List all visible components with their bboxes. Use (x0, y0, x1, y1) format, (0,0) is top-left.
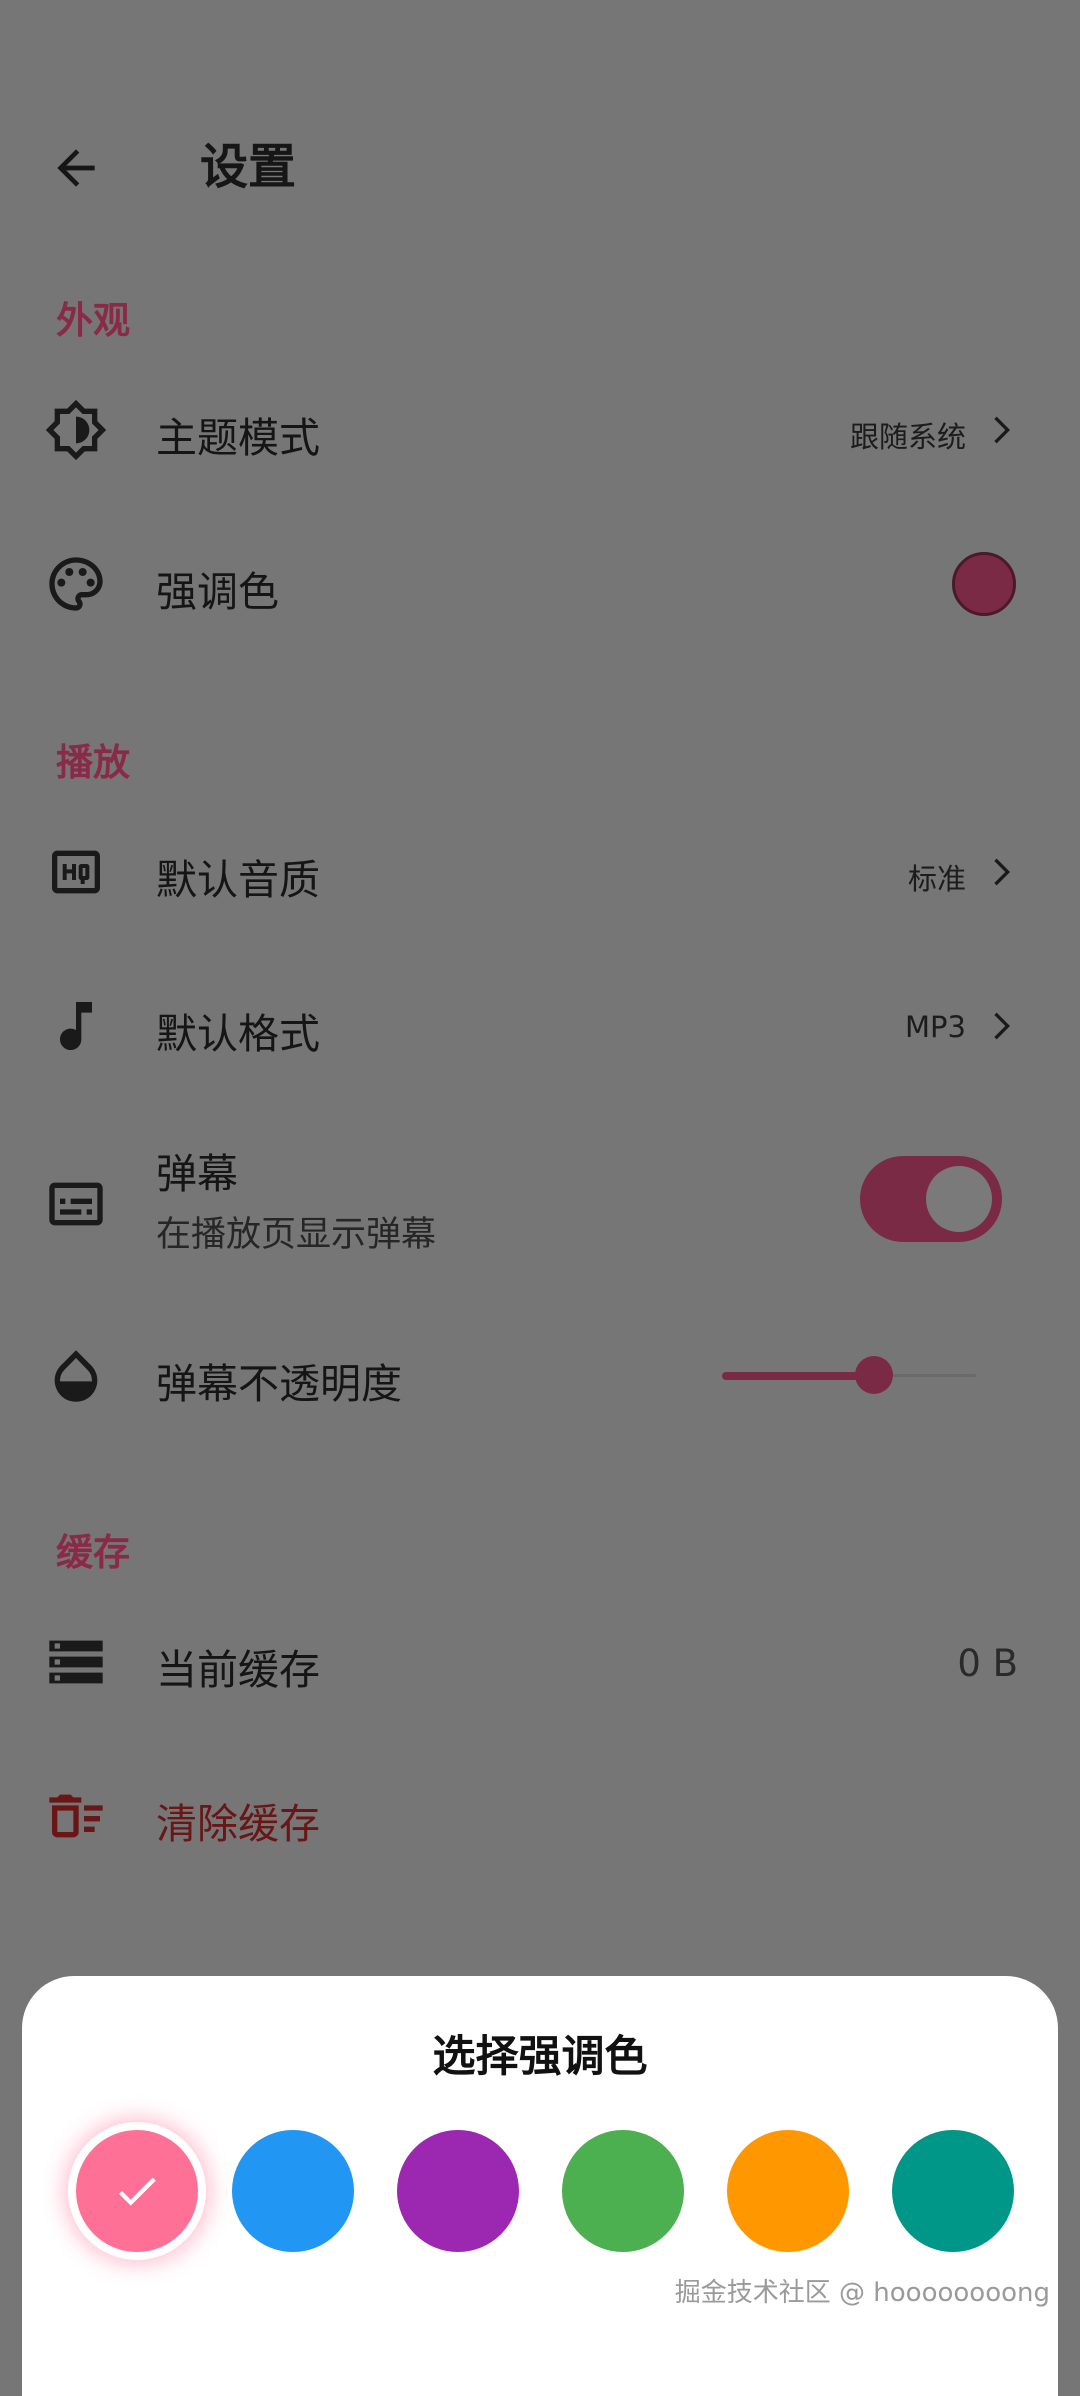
storage-icon (44, 1630, 108, 1694)
color-swatch-green[interactable] (562, 2130, 684, 2252)
setting-accent-color[interactable]: 强调色 (0, 534, 1080, 634)
back-button[interactable] (40, 132, 112, 204)
setting-danmaku-opacity: 弹幕不透明度 (0, 1326, 1080, 1426)
theme-mode-value: 跟随系统 (849, 420, 966, 454)
danmaku-opacity-label: 弹幕不透明度 (156, 1360, 402, 1408)
palette-icon (44, 552, 108, 616)
hq-icon (44, 840, 108, 904)
section-header-appearance: 外观 (56, 299, 130, 342)
accent-color-preview (952, 552, 1016, 616)
accent-color-picker-sheet: 选择强调色 (22, 1976, 1058, 2396)
color-swatch-teal[interactable] (892, 2130, 1014, 2252)
section-header-playback: 播放 (56, 741, 130, 784)
chevron-right-icon (980, 410, 1020, 450)
accent-color-label: 强调色 (156, 568, 279, 616)
setting-current-cache: 当前缓存 0 B (0, 1612, 1080, 1712)
app-bar: 设置 (0, 118, 1080, 218)
subtitles-icon (44, 1172, 108, 1236)
color-swatch-orange[interactable] (727, 2130, 849, 2252)
toggle-thumb (926, 1166, 992, 1232)
setting-default-format[interactable]: 默认格式 MP3 (0, 976, 1080, 1076)
check-icon (76, 2130, 198, 2252)
opacity-icon (44, 1344, 108, 1408)
brightness-auto-icon (44, 398, 108, 462)
music-note-icon (44, 994, 108, 1058)
theme-mode-label: 主题模式 (156, 414, 320, 462)
color-swatch-blue[interactable] (232, 2130, 354, 2252)
clear-cache-label: 清除缓存 (156, 1800, 320, 1848)
slider-fill (722, 1372, 875, 1380)
default-quality-value: 标准 (907, 862, 966, 896)
color-swatch-pink[interactable] (76, 2130, 198, 2252)
setting-danmaku[interactable]: 弹幕 在播放页显示弹幕 (0, 1130, 1080, 1280)
current-cache-label: 当前缓存 (156, 1646, 320, 1694)
picker-title: 选择强调色 (432, 2032, 648, 2082)
section-header-cache: 缓存 (56, 1531, 130, 1574)
setting-default-quality[interactable]: 默认音质 标准 (0, 822, 1080, 922)
default-quality-label: 默认音质 (156, 856, 320, 904)
danmaku-subtitle: 在播放页显示弹幕 (156, 1215, 437, 1255)
danmaku-toggle[interactable] (860, 1156, 1002, 1242)
default-format-label: 默认格式 (156, 1010, 320, 1058)
delete-sweep-icon (44, 1784, 108, 1848)
setting-theme-mode[interactable]: 主题模式 跟随系统 (0, 380, 1080, 480)
page-title: 设置 (200, 139, 297, 195)
danmaku-label: 弹幕 (156, 1150, 238, 1198)
watermark: 掘金技术社区 @ hoooooooong (674, 2278, 1050, 2308)
slider-thumb[interactable] (855, 1356, 894, 1394)
default-format-value: MP3 (905, 1010, 966, 1044)
color-swatch-purple[interactable] (397, 2130, 519, 2252)
danmaku-opacity-slider[interactable] (722, 1356, 976, 1396)
chevron-right-icon (980, 852, 1020, 892)
arrow-back-icon (57, 149, 95, 187)
current-cache-value: 0 B (957, 1642, 1018, 1685)
setting-clear-cache[interactable]: 清除缓存 (0, 1766, 1080, 1866)
chevron-right-icon (980, 1006, 1020, 1046)
